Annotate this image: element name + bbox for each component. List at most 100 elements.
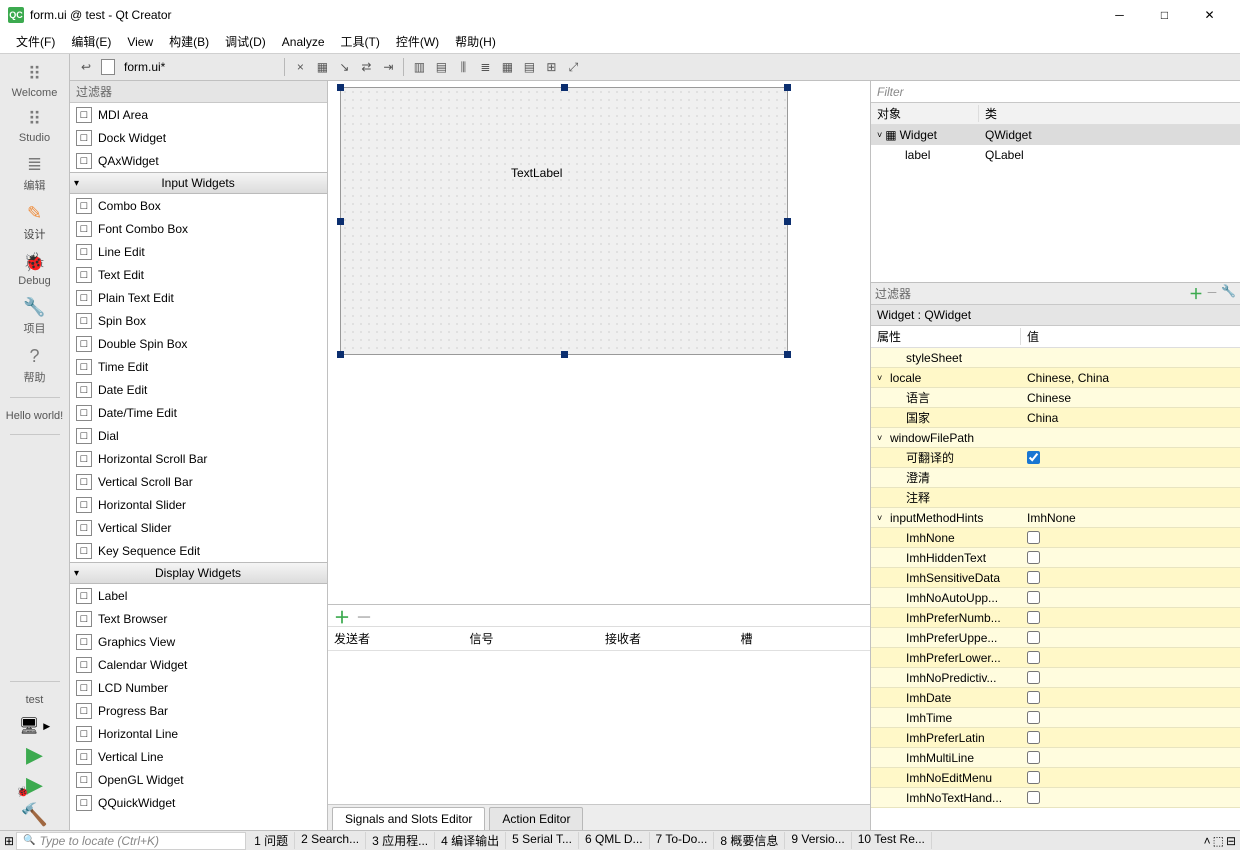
nav-back-icon[interactable]: ↩ <box>76 57 96 77</box>
widget-item[interactable]: □MDI Area <box>70 103 327 126</box>
add-connection-button[interactable]: ＋ <box>334 604 350 628</box>
mode-studio[interactable]: ⠿Studio <box>5 105 65 150</box>
widget-item[interactable]: □QAxWidget <box>70 149 327 172</box>
output-pane-button[interactable]: 3 应用程... <box>366 832 435 849</box>
widget-item[interactable]: □Text Browser <box>70 607 327 630</box>
property-row[interactable]: ImhPreferLower... <box>871 648 1240 668</box>
widget-item[interactable]: □Date/Time Edit <box>70 401 327 424</box>
widget-item[interactable]: □Horizontal Line <box>70 722 327 745</box>
locator-input[interactable]: Type to locate (Ctrl+K) <box>16 832 246 850</box>
property-checkbox[interactable] <box>1027 531 1040 544</box>
property-row[interactable]: ˅windowFilePath <box>871 428 1240 448</box>
mode-编辑[interactable]: ≣编辑 <box>5 150 65 199</box>
build-button[interactable]: 🔨 <box>21 800 48 830</box>
layout-vs-icon[interactable]: ≣ <box>475 57 495 77</box>
property-grid[interactable]: styleSheet˅localeChinese, China语言Chinese… <box>871 348 1240 830</box>
mode-debug[interactable]: 🐞Debug <box>5 248 65 293</box>
mode-welcome[interactable]: ⠿Welcome <box>5 60 65 105</box>
open-file-tab[interactable]: form.ui* <box>124 60 165 74</box>
output-pane-button[interactable]: 1 问题 <box>248 832 295 849</box>
property-row[interactable]: ImhPreferLatin <box>871 728 1240 748</box>
minimize-button[interactable]: ─ <box>1097 0 1142 30</box>
widget-item[interactable]: □LCD Number <box>70 676 327 699</box>
widget-item[interactable]: □Double Spin Box <box>70 332 327 355</box>
property-checkbox[interactable] <box>1027 731 1040 744</box>
widget-item[interactable]: □Graphics View <box>70 630 327 653</box>
property-checkbox[interactable] <box>1027 551 1040 564</box>
widget-item[interactable]: □QQuickWidget <box>70 791 327 814</box>
property-row[interactable]: ImhNoPredictiv... <box>871 668 1240 688</box>
adjust-size-icon[interactable]: ⤢ <box>563 57 583 77</box>
menu-item[interactable]: 构建(B) <box>161 30 217 53</box>
property-filter[interactable]: 过滤器 ＋ － 🔧 <box>871 283 1240 305</box>
object-row[interactable]: labelQLabel <box>871 145 1240 165</box>
property-row[interactable]: ˅inputMethodHintsImhNone <box>871 508 1240 528</box>
property-row[interactable]: styleSheet <box>871 348 1240 368</box>
object-filter[interactable]: Filter <box>871 81 1240 103</box>
widget-item[interactable]: □Dial <box>70 424 327 447</box>
widget-item[interactable]: □Dock Widget <box>70 126 327 149</box>
close-button[interactable]: ✕ <box>1187 0 1232 30</box>
output-pane-button[interactable]: 10 Test Re... <box>852 832 932 849</box>
property-checkbox[interactable] <box>1027 451 1040 464</box>
widget-category[interactable]: Display Widgets <box>70 562 327 584</box>
form-widget[interactable]: TextLabel <box>340 87 788 355</box>
run-debug-button[interactable]: ▶🐞 <box>26 770 43 800</box>
menu-item[interactable]: 工具(T) <box>333 30 388 53</box>
widget-item[interactable]: □Spin Box <box>70 309 327 332</box>
layout-grid-icon[interactable]: ▦ <box>497 57 517 77</box>
menu-item[interactable]: 帮助(H) <box>447 30 504 53</box>
property-checkbox[interactable] <box>1027 751 1040 764</box>
remove-connection-button[interactable]: － <box>356 604 372 628</box>
widget-item[interactable]: □Key Sequence Edit <box>70 539 327 562</box>
widget-item[interactable]: □OpenGL Widget <box>70 768 327 791</box>
edit-taborder-icon[interactable]: ⇥ <box>378 57 398 77</box>
property-row[interactable]: ImhTime <box>871 708 1240 728</box>
widget-item[interactable]: □Date Edit <box>70 378 327 401</box>
output-pane-button[interactable]: 4 编译输出 <box>435 832 506 849</box>
property-row[interactable]: ImhHiddenText <box>871 548 1240 568</box>
edit-widgets-icon[interactable]: ▦ <box>312 57 332 77</box>
property-row[interactable]: ImhNone <box>871 528 1240 548</box>
edit-buddies-icon[interactable]: ⇄ <box>356 57 376 77</box>
layout-v-icon[interactable]: ▤ <box>431 57 451 77</box>
tab-signals-slots[interactable]: Signals and Slots Editor <box>332 807 485 830</box>
menu-item[interactable]: 文件(F) <box>8 30 63 53</box>
close-doc-icon[interactable]: × <box>290 57 310 77</box>
output-pane-button[interactable]: 6 QML D... <box>579 832 650 849</box>
signals-table[interactable]: 发送者信号接收者槽 <box>328 627 870 651</box>
output-pane-button[interactable]: 8 概要信息 <box>714 832 785 849</box>
resize-handle[interactable] <box>337 351 344 358</box>
edit-signals-icon[interactable]: ↘ <box>334 57 354 77</box>
widget-item[interactable]: □Label <box>70 584 327 607</box>
tab-action-editor[interactable]: Action Editor <box>489 807 583 830</box>
property-checkbox[interactable] <box>1027 691 1040 704</box>
property-checkbox[interactable] <box>1027 591 1040 604</box>
property-checkbox[interactable] <box>1027 711 1040 724</box>
widget-item[interactable]: □Horizontal Scroll Bar <box>70 447 327 470</box>
widget-item[interactable]: □Font Combo Box <box>70 217 327 240</box>
widget-item[interactable]: □Vertical Scroll Bar <box>70 470 327 493</box>
output-pane-button[interactable]: 9 Versio... <box>785 832 851 849</box>
property-row[interactable]: 可翻译的 <box>871 448 1240 468</box>
widget-item[interactable]: □Vertical Line <box>70 745 327 768</box>
widget-item[interactable]: □Calendar Widget <box>70 653 327 676</box>
property-row[interactable]: ImhNoAutoUpp... <box>871 588 1240 608</box>
output-pane-button[interactable]: 7 To-Do... <box>650 832 715 849</box>
mode-设计[interactable]: ✎设计 <box>5 199 65 248</box>
object-row[interactable]: ˅▦WidgetQWidget <box>871 125 1240 145</box>
property-row[interactable]: ImhPreferUppe... <box>871 628 1240 648</box>
maximize-button[interactable]: □ <box>1142 0 1187 30</box>
mode-帮助[interactable]: ?帮助 <box>5 342 65 391</box>
property-row[interactable]: 澄清 <box>871 468 1240 488</box>
property-row[interactable]: 语言Chinese <box>871 388 1240 408</box>
layout-form-icon[interactable]: ▤ <box>519 57 539 77</box>
kit-selector[interactable]: 🖥▶ <box>0 712 70 740</box>
property-checkbox[interactable] <box>1027 671 1040 684</box>
widget-item[interactable]: □Vertical Slider <box>70 516 327 539</box>
property-row[interactable]: ImhPreferNumb... <box>871 608 1240 628</box>
resize-handle[interactable] <box>561 351 568 358</box>
widget-item[interactable]: □Horizontal Slider <box>70 493 327 516</box>
output-pane-button[interactable]: 5 Serial T... <box>506 832 579 849</box>
break-layout-icon[interactable]: ⊞ <box>541 57 561 77</box>
